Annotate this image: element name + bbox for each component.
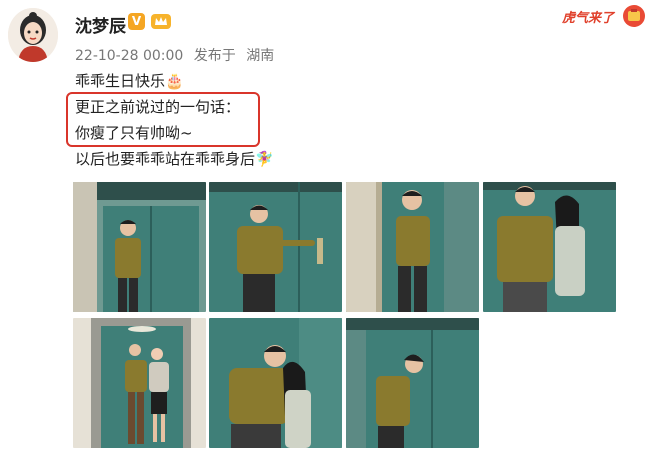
timestamp[interactable]: 22-10-28 00:00	[75, 48, 183, 64]
festive-badge: 虎气来了	[558, 2, 646, 30]
photo-5[interactable]	[73, 318, 206, 448]
photo-2[interactable]	[209, 182, 342, 312]
photo-4[interactable]	[483, 182, 616, 312]
username[interactable]: 沈梦辰	[75, 12, 126, 37]
festive-badge-text: 虎气来了	[561, 10, 616, 26]
location: 湖南	[246, 48, 275, 64]
highlight-annotation-box	[66, 92, 260, 147]
photo-6[interactable]	[209, 318, 342, 448]
post-line: 乖乖生日快乐🎂	[75, 72, 184, 90]
crown-badge-icon	[150, 12, 172, 30]
photo-7[interactable]	[346, 318, 479, 448]
post-meta: 22-10-28 00:00 发布于 湖南	[75, 45, 280, 65]
avatar[interactable]	[8, 8, 58, 62]
post-line: 以后也要乖乖站在乖乖身后🧚‍♀️	[75, 150, 274, 168]
photo-3[interactable]	[346, 182, 479, 312]
published-from-label: 发布于	[193, 48, 236, 64]
photo-1[interactable]	[73, 182, 206, 312]
verified-badge-icon: V	[128, 13, 145, 30]
